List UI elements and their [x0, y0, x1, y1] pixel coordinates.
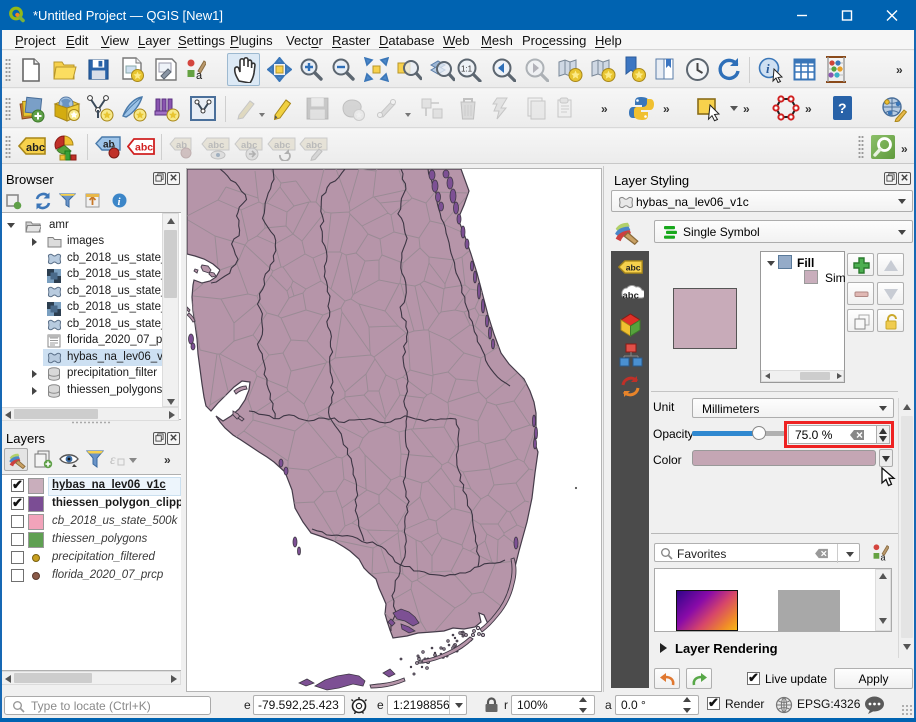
svg-text:i: i	[766, 61, 770, 76]
svg-text:abc: abc	[26, 142, 45, 154]
svg-text:abc: abc	[623, 291, 639, 302]
svg-text:ε: ε	[110, 453, 116, 468]
svg-text:abc: abc	[274, 140, 290, 151]
svg-text:abc: abc	[208, 140, 224, 151]
svg-text:abc: abc	[135, 142, 153, 154]
svg-text:abc: abc	[626, 262, 641, 272]
svg-text:?: ?	[838, 100, 847, 116]
svg-text:1:1: 1:1	[461, 65, 473, 74]
